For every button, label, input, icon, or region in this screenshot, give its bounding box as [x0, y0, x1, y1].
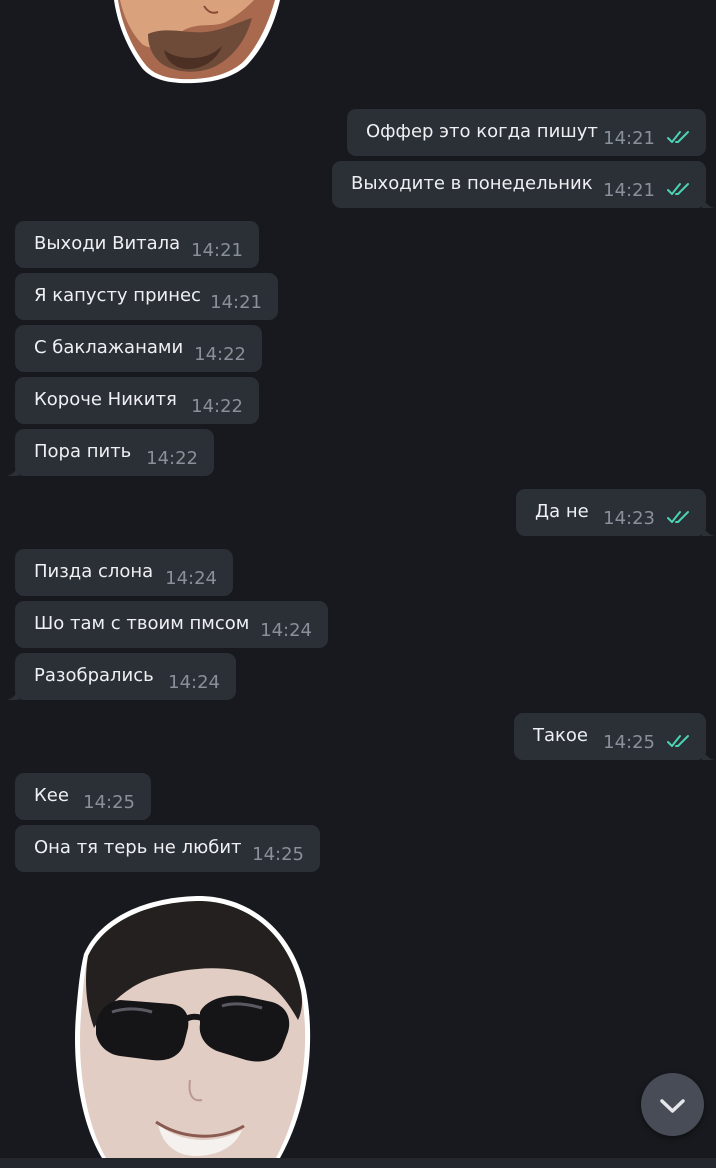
message-incoming[interactable]: Выходи Витала 14:21 [15, 221, 259, 268]
message-time: 14:21 [210, 292, 262, 313]
message-incoming[interactable]: Пора пить 14:22 [7, 429, 214, 476]
double-check-icon [667, 183, 689, 195]
message-time: 14:21 [191, 240, 243, 261]
message-text: Шо там с твоим пмсом [34, 613, 250, 634]
message-time: 14:24 [165, 568, 217, 589]
message-text: Выходите в понедельник [351, 173, 593, 194]
message-time: 14:21 [603, 128, 655, 149]
message-text: Да не [535, 501, 589, 522]
message-time: 14:22 [191, 396, 243, 417]
double-check-icon [667, 131, 689, 143]
message-outgoing[interactable]: Оффер это когда пишут 14:21 [347, 109, 706, 156]
message-time: 14:22 [194, 344, 246, 365]
message-outgoing[interactable]: Да не 14:23 [516, 489, 714, 536]
message-text: Разобрались [34, 665, 154, 686]
message-text: Кее [34, 785, 69, 806]
bubble-tail [7, 464, 19, 476]
message-incoming[interactable]: Кее 14:25 [15, 773, 151, 820]
message-text: Такое [533, 725, 588, 746]
message-time: 14:23 [603, 508, 655, 529]
message-incoming[interactable]: Шо там с твоим пмсом 14:24 [15, 601, 328, 648]
message-incoming[interactable]: Пизда слона 14:24 [15, 549, 233, 596]
message-incoming[interactable]: Короче Никитя 14:22 [15, 377, 259, 424]
bubble-tail [702, 524, 714, 536]
message-incoming[interactable]: С баклажанами 14:22 [15, 325, 262, 372]
message-time: 14:24 [168, 672, 220, 693]
sticker-bearded-face[interactable] [108, 0, 284, 86]
chat-history[interactable]: Оффер это когда пишут 14:21 Выходите в п… [0, 0, 716, 1168]
message-text: Короче Никитя [34, 389, 177, 410]
message-time: 14:25 [603, 732, 655, 753]
message-text: Пора пить [34, 441, 132, 462]
chevron-down-icon [660, 1099, 685, 1113]
sticker-sunglasses-face[interactable] [72, 894, 316, 1158]
message-outgoing[interactable]: Такое 14:25 [514, 713, 714, 760]
message-time: 14:25 [83, 792, 135, 813]
message-text: Она тя терь не любит [34, 837, 242, 858]
message-incoming[interactable]: Разобрались 14:24 [7, 653, 236, 700]
message-text: Пизда слона [34, 561, 154, 582]
message-time: 14:25 [252, 844, 304, 865]
message-text: С баклажанами [34, 337, 184, 358]
message-time: 14:24 [260, 620, 312, 641]
scroll-to-bottom-button[interactable] [641, 1073, 704, 1136]
double-check-icon [667, 511, 689, 523]
bubble-tail [702, 748, 714, 760]
message-text: Оффер это когда пишут [366, 121, 598, 142]
message-outgoing[interactable]: Выходите в понедельник 14:21 [332, 161, 714, 208]
message-incoming[interactable]: Я капусту принес 14:21 [15, 273, 278, 320]
double-check-icon [667, 735, 689, 747]
message-incoming[interactable]: Она тя терь не любит 14:25 [15, 825, 320, 872]
bubble-tail [702, 196, 714, 208]
message-time: 14:21 [603, 180, 655, 201]
message-text: Я капусту принес [34, 285, 201, 306]
message-text: Выходи Витала [34, 233, 181, 254]
composer-bar-edge [0, 1158, 716, 1168]
bubble-tail [7, 688, 19, 700]
message-time: 14:22 [146, 448, 198, 469]
